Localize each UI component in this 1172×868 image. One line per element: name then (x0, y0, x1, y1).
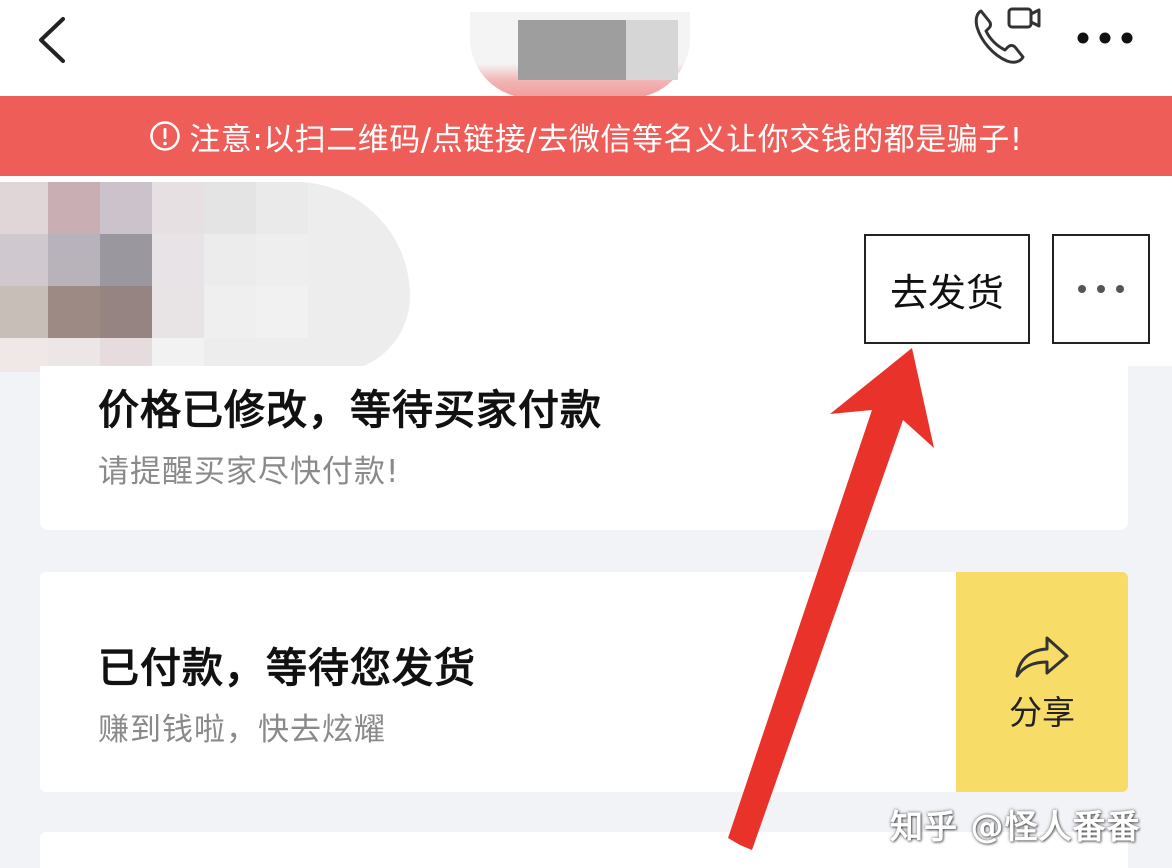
ellipsis-icon (1077, 32, 1133, 44)
info-circle-icon (149, 120, 181, 152)
ship-button[interactable]: 去发货 (864, 234, 1030, 344)
conversation-title-blurred (470, 12, 690, 98)
chevron-left-icon (39, 17, 65, 63)
warning-text: 注意:以扫二维码/点链接/去微信等名义让你交钱的都是骗子! (189, 121, 1023, 158)
status-card-paid: 已付款，等待您发货 赚到钱啦，快去炫耀 分享 (40, 572, 1128, 792)
more-button[interactable] (1070, 14, 1140, 62)
back-button[interactable] (30, 12, 74, 68)
top-bar (0, 0, 1172, 98)
phone-video-icon (974, 7, 1041, 64)
watermark: 知乎 @怪人番番 (890, 807, 1141, 846)
order-header: 去发货 (0, 176, 1172, 372)
status-subtitle: 赚到钱啦，快去炫耀 (98, 712, 386, 748)
status-subtitle: 请提醒买家尽快付款! (98, 454, 400, 490)
call-button[interactable] (966, 2, 1046, 70)
fraud-warning-banner: 注意:以扫二维码/点链接/去微信等名义让你交钱的都是骗子! (0, 96, 1172, 176)
share-arrow-icon (1015, 636, 1069, 678)
ellipsis-icon (1078, 285, 1124, 293)
status-title: 价格已修改，等待买家付款 (98, 386, 602, 434)
avatar-blurred (0, 182, 410, 372)
share-label: 分享 (1009, 693, 1075, 732)
status-title: 已付款，等待您发货 (98, 644, 476, 692)
status-card-price-changed: 价格已修改，等待买家付款 请提醒买家尽快付款! (40, 366, 1128, 530)
share-button[interactable]: 分享 (956, 572, 1128, 792)
order-options-button[interactable] (1052, 234, 1150, 344)
